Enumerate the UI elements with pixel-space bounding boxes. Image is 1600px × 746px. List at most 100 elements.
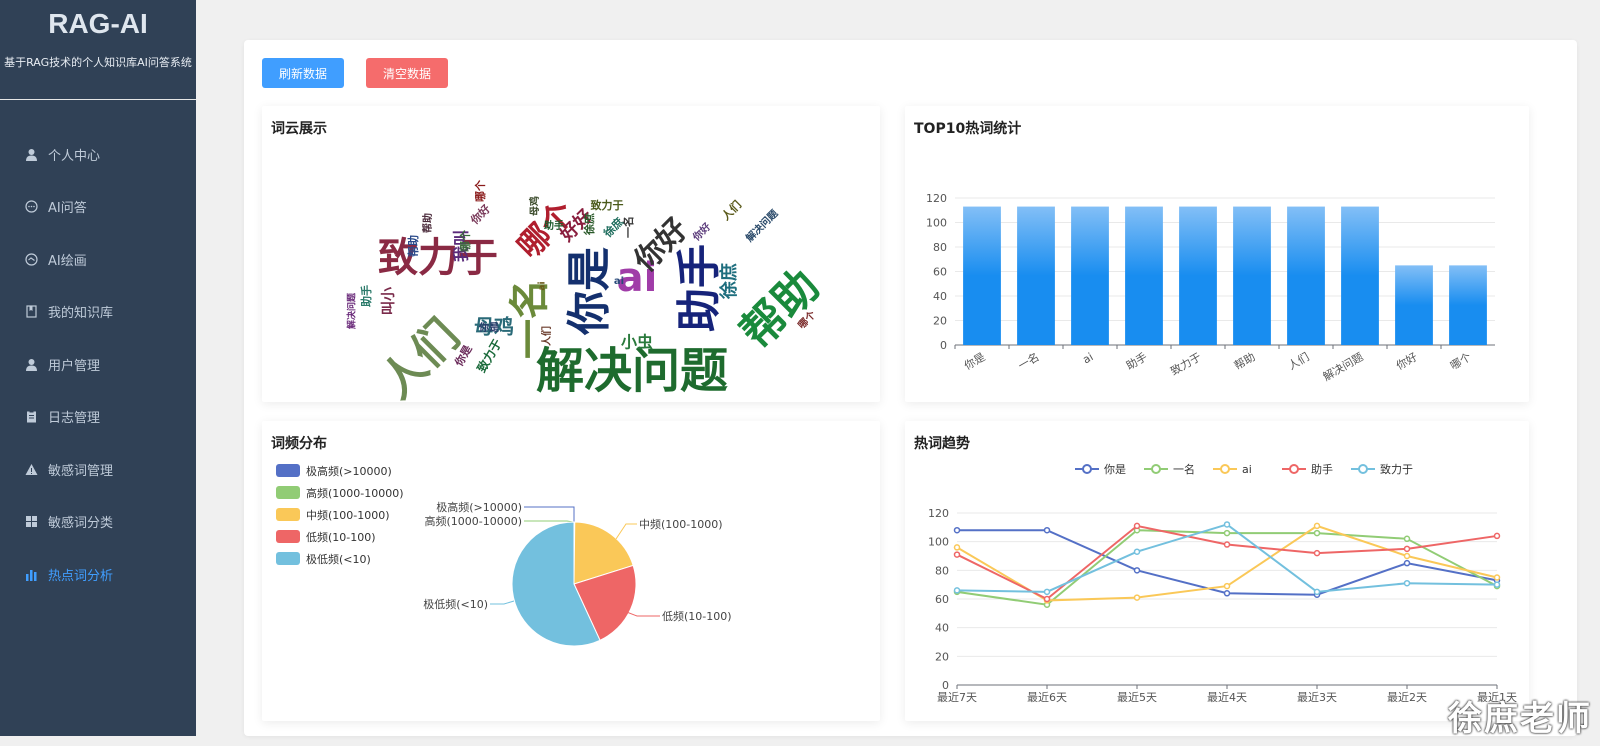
top10-card: TOP10热词统计 0 20 40 60 80 100 120 你是 一名 ai 助手 致力于 帮助 人们… bbox=[905, 106, 1529, 402]
bar-chart-icon bbox=[24, 567, 38, 581]
x-tick-label: 人们 bbox=[1285, 349, 1311, 372]
legend-label: 一名 bbox=[1173, 462, 1195, 476]
data-point bbox=[1043, 595, 1051, 603]
y-tick-label: 100 bbox=[928, 536, 949, 549]
y-tick-label: 120 bbox=[926, 192, 947, 205]
x-tick-label: 一名 bbox=[1015, 349, 1041, 372]
legend-swatch bbox=[276, 530, 300, 543]
data-point bbox=[1223, 521, 1231, 528]
freq-pie-chart: 极高频(>10000) 高频(1000-10000) 中频(100-1000) 低频(… bbox=[276, 464, 732, 647]
pie-label-line bbox=[524, 506, 575, 522]
sidebar-item-sensitive-categories[interactable]: 敏感词分类 bbox=[0, 496, 196, 549]
bar bbox=[1341, 206, 1379, 345]
sidebar-item-profile[interactable]: 个人中心 bbox=[0, 128, 196, 181]
sidebar-item-label: AI问答 bbox=[48, 201, 87, 217]
wordcloud-word: ai bbox=[614, 276, 624, 287]
wordcloud: 解决问题致力于人们 一名 你是 ai 助手 帮助哪个 你好母鸡小虫徐庶好好我叫叫小帮助致力于… bbox=[346, 179, 830, 402]
wordcloud-word: 你好 bbox=[689, 220, 713, 244]
watermark: 徐庶老师 bbox=[1448, 699, 1592, 739]
x-tick-label: 致力于 bbox=[1168, 349, 1204, 378]
wordcloud-word: 人们 bbox=[540, 326, 553, 346]
refresh-button[interactable]: 刷新数据 bbox=[262, 58, 344, 88]
x-tick-label: 最近4天 bbox=[1207, 691, 1247, 704]
trend-line-chart: 020406080100120最近7天 最近6天 最近5天 最近4天 最近3天 最近2天最… bbox=[928, 462, 1517, 704]
user-icon bbox=[24, 357, 38, 371]
sidebar-item-ai-chat[interactable]: AI问答 bbox=[0, 181, 196, 234]
legend-label: 低频(10-100) bbox=[306, 530, 376, 544]
x-tick-label: ai bbox=[1081, 350, 1096, 366]
x-tick-label: 最近6天 bbox=[1027, 691, 1067, 704]
legend-label: 极高频(>10000) bbox=[306, 464, 392, 478]
data-point bbox=[1403, 579, 1411, 587]
wordcloud-word: 你是 bbox=[564, 247, 615, 336]
legend-marker bbox=[1082, 464, 1092, 474]
app-subtitle: 基于RAG技术的个人知识库AI问答系统 bbox=[4, 56, 192, 69]
wordcloud-word: 帮助 bbox=[731, 260, 829, 358]
sidebar-item-log-management[interactable]: 日志管理 bbox=[0, 391, 196, 444]
legend-label: 你是 bbox=[1104, 463, 1126, 476]
data-point bbox=[1133, 548, 1141, 555]
wordcloud-word: 帮助 bbox=[421, 213, 434, 233]
wordcloud-word: 致力于 bbox=[591, 198, 624, 212]
y-tick-label: 60 bbox=[933, 266, 947, 279]
book-icon bbox=[24, 305, 38, 319]
legend-label: 高频(1000-10000) bbox=[306, 486, 404, 500]
wordcloud-word: 致力于 bbox=[474, 336, 505, 375]
sidebar-item-hot-words[interactable]: 热点词分析 bbox=[0, 548, 196, 601]
palette-icon bbox=[24, 252, 38, 266]
legend-label: 极低频(<10) bbox=[306, 552, 371, 566]
legend-swatch bbox=[276, 508, 300, 521]
data-point bbox=[1223, 582, 1231, 590]
trend-card: 热词趋势 0 20 40 60 80 100 120 最近7天 最近6天 最近5天 最近4天 最近3天… bbox=[905, 421, 1529, 721]
pie-label: 极低频(<10) bbox=[423, 597, 488, 611]
wordcloud-word: 助手 bbox=[674, 244, 725, 332]
wordcloud-card: 词云展示 解决问题 致力于 人们 一名 你是 ai 助手 帮助 哪个 你好 母鸡 小虫 徐庶 好好 我叫 叫小… bbox=[262, 106, 880, 402]
sidebar: RAG-AI 基于RAG技术的个人知识库AI问答系统 个人中心 AI问答 AI绘… bbox=[0, 0, 196, 736]
sidebar-item-label: 敏感词管理 bbox=[48, 463, 114, 479]
x-tick-label: 最近2天 bbox=[1387, 691, 1427, 704]
data-point bbox=[1223, 529, 1231, 537]
clear-button[interactable]: 清空数据 bbox=[366, 58, 448, 88]
y-tick-label: 120 bbox=[928, 507, 949, 520]
y-tick-label: 40 bbox=[935, 622, 949, 635]
x-tick-label: 哪个 bbox=[1448, 350, 1474, 372]
legend-marker bbox=[1220, 464, 1230, 474]
y-tick-label: 20 bbox=[933, 315, 947, 328]
bar bbox=[1233, 206, 1271, 345]
sidebar-item-knowledge-base[interactable]: 我的知识库 bbox=[0, 286, 196, 339]
y-tick-label: 40 bbox=[933, 290, 947, 303]
pie-label-line bbox=[490, 600, 515, 605]
x-tick-label: 你是 bbox=[962, 350, 988, 372]
data-point bbox=[1493, 581, 1501, 588]
x-tick-label: 帮助 bbox=[1231, 349, 1257, 372]
data-point bbox=[953, 587, 961, 594]
x-tick-label: 最近7天 bbox=[937, 691, 977, 704]
y-tick-label: 20 bbox=[935, 650, 949, 663]
legend-swatch bbox=[276, 552, 300, 565]
warning-icon bbox=[24, 462, 38, 476]
data-point bbox=[1133, 567, 1141, 574]
bar bbox=[1017, 206, 1055, 345]
main-panel: 刷新数据 清空数据 词云展示 解决问题 致力于 人们 一名 你是 ai 助手 帮助 哪个 你好 母鸡… bbox=[244, 40, 1577, 736]
data-point bbox=[1043, 526, 1051, 534]
pie-label-line bbox=[524, 520, 574, 523]
sidebar-item-label: AI绘画 bbox=[48, 253, 87, 269]
sidebar-item-ai-painting[interactable]: AI绘画 bbox=[0, 233, 196, 286]
pie-label: 中频(100-1000) bbox=[639, 517, 723, 531]
x-tick-label: 最近5天 bbox=[1117, 691, 1157, 704]
data-point bbox=[1403, 535, 1411, 543]
bar bbox=[963, 206, 1001, 345]
legend-label: 致力于 bbox=[1380, 462, 1413, 476]
bar bbox=[1125, 206, 1163, 345]
sidebar-item-user-management[interactable]: 用户管理 bbox=[0, 338, 196, 391]
wordcloud-word: 你好 bbox=[467, 202, 493, 228]
data-point bbox=[953, 526, 961, 534]
data-point bbox=[1313, 522, 1321, 530]
wordcloud-word: 致力于 bbox=[378, 235, 498, 281]
sidebar-item-sensitive-words[interactable]: 敏感词管理 bbox=[0, 443, 196, 496]
wordcloud-word: 人们 bbox=[371, 310, 469, 402]
bar bbox=[1395, 265, 1433, 345]
wordcloud-word: 人们 bbox=[719, 198, 744, 223]
sidebar-item-label: 个人中心 bbox=[48, 148, 101, 164]
sidebar-item-label: 我的知识库 bbox=[48, 306, 114, 322]
